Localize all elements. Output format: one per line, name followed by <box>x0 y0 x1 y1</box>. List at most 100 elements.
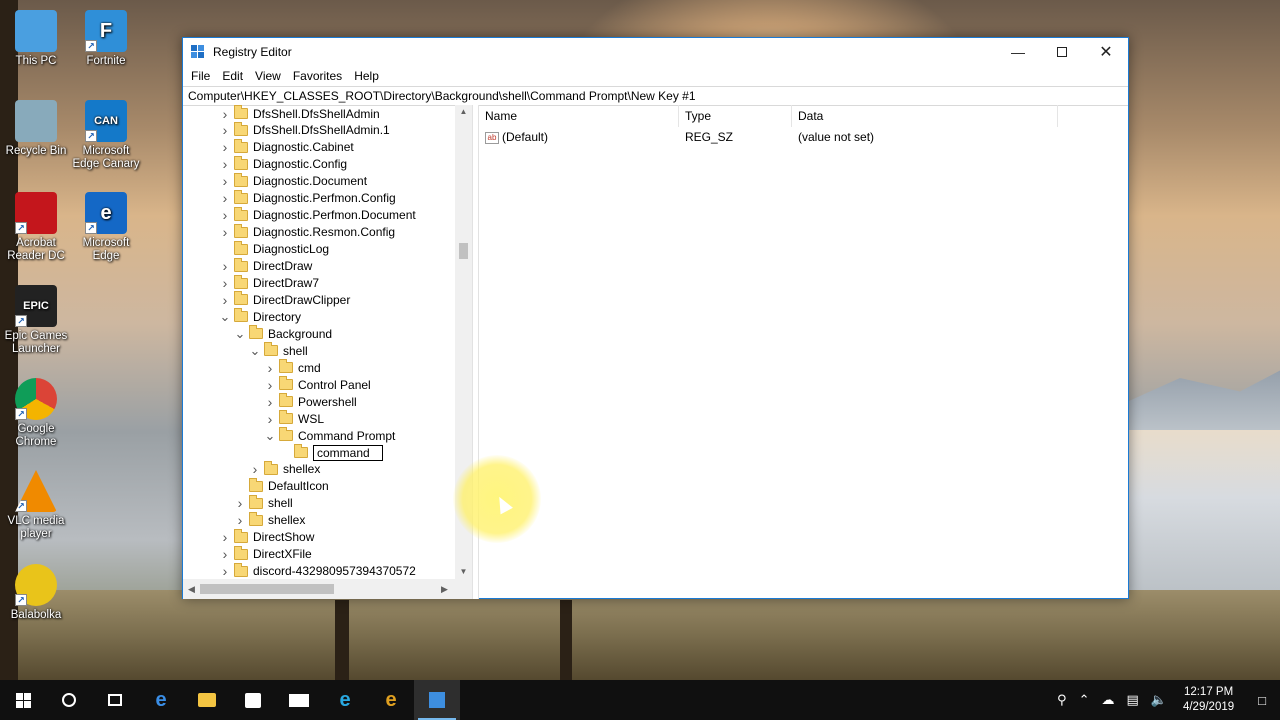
edge-taskbar-button[interactable]: e <box>138 680 184 720</box>
tree-node[interactable]: › Diagnostic.Perfmon.Config <box>219 189 396 207</box>
chevron-right-icon[interactable]: › <box>219 258 231 274</box>
chevron-right-icon[interactable]: › <box>219 529 231 545</box>
chevron-right-icon[interactable]: › <box>219 156 231 172</box>
chevron-right-icon[interactable]: › <box>249 461 261 477</box>
chevron-right-icon[interactable]: › <box>264 394 276 410</box>
chevron-up-icon[interactable]: ⌃ <box>1073 692 1096 708</box>
tree-node-rename[interactable]: command <box>279 444 383 461</box>
chevron-down-icon[interactable]: ⌄ <box>264 428 276 444</box>
desktop-icon-edge[interactable]: e ↗ Microsoft Edge <box>70 192 142 263</box>
tree-horizontal-scrollbar[interactable]: ◀ ▶ <box>183 579 472 599</box>
tree-node[interactable]: DefaultIcon <box>234 477 329 495</box>
scroll-left-icon[interactable]: ◀ <box>183 579 200 599</box>
chevron-right-icon[interactable]: › <box>219 173 231 189</box>
desktop-icon-this-pc[interactable]: This PC <box>0 10 72 68</box>
people-icon[interactable]: ⚲ <box>1051 692 1073 708</box>
title-bar[interactable]: Registry Editor — ✕ <box>183 38 1128 66</box>
chevron-right-icon[interactable]: › <box>264 377 276 393</box>
chevron-right-icon[interactable]: › <box>264 360 276 376</box>
desktop-icon-acrobat[interactable]: ↗ Acrobat Reader DC <box>0 192 72 263</box>
chevron-right-icon[interactable]: › <box>219 207 231 223</box>
volume-icon[interactable]: 🔈 <box>1145 692 1173 708</box>
tree-node[interactable]: › DirectXFile <box>219 545 312 563</box>
chevron-right-icon[interactable]: › <box>234 495 246 511</box>
column-header-type[interactable]: Type <box>679 104 792 127</box>
tree-node[interactable]: › shellex <box>249 460 320 478</box>
file-explorer-button[interactable] <box>184 680 230 720</box>
tree-node[interactable]: ⌄ shell <box>249 342 308 359</box>
onedrive-icon[interactable]: ☁ <box>1095 692 1120 708</box>
tree-node[interactable]: › Powershell <box>264 393 357 410</box>
tree-node[interactable]: › shellex <box>234 511 305 529</box>
column-header-data[interactable]: Data <box>792 104 1058 127</box>
desktop-icon-recycle-bin[interactable]: Recycle Bin <box>0 100 72 158</box>
desktop-icon-fortnite[interactable]: F ↗ Fortnite <box>70 10 142 68</box>
tree-node[interactable]: ⌄ Background <box>234 325 332 342</box>
chevron-right-icon[interactable]: › <box>234 512 246 528</box>
scroll-right-icon[interactable]: ▶ <box>436 579 453 599</box>
chevron-right-icon[interactable]: › <box>219 275 231 291</box>
tree-hscroll-thumb[interactable] <box>200 584 334 594</box>
edge-canary-taskbar-button[interactable]: e <box>368 680 414 720</box>
tree-node[interactable]: ⌄ Command Prompt <box>264 427 395 444</box>
tree-node[interactable]: › DfsShell.DfsShellAdmin.1 <box>219 121 390 139</box>
tree-scroll-thumb[interactable] <box>459 243 468 259</box>
chevron-right-icon[interactable]: › <box>219 139 231 155</box>
menu-view[interactable]: View <box>249 69 287 83</box>
tree-node[interactable]: › WSL <box>264 410 324 427</box>
close-button[interactable]: ✕ <box>1084 38 1128 66</box>
chevron-down-icon[interactable]: ⌄ <box>249 343 261 359</box>
tree-node[interactable]: › DirectDraw <box>219 257 312 275</box>
scroll-up-icon[interactable]: ▲ <box>455 105 472 119</box>
tree-node[interactable]: › cmd <box>264 359 321 376</box>
chevron-right-icon[interactable]: › <box>219 563 231 579</box>
menu-help[interactable]: Help <box>348 69 385 83</box>
tree-node[interactable]: › DfsShell.DfsShellAdmin <box>219 105 380 122</box>
tree-node[interactable]: DiagnosticLog <box>219 240 329 258</box>
start-button[interactable] <box>0 680 46 720</box>
tree-node[interactable]: › Diagnostic.Cabinet <box>219 138 354 156</box>
network-icon[interactable]: ▤ <box>1120 692 1144 708</box>
desktop-icon-edge-canary[interactable]: CAN ↗ Microsoft Edge Canary <box>70 100 142 171</box>
desktop-icon-epic-games[interactable]: EPIC ↗ Epic Games Launcher <box>0 285 72 356</box>
tree-node[interactable]: › Diagnostic.Config <box>219 155 347 173</box>
chevron-right-icon[interactable]: › <box>264 411 276 427</box>
notifications-icon[interactable]: □ <box>1244 693 1280 708</box>
ie-button[interactable]: e <box>322 680 368 720</box>
tree-node[interactable]: ⌄ Directory <box>219 308 301 325</box>
desktop-icon-vlc[interactable]: ↗ VLC media player <box>0 470 72 541</box>
chevron-right-icon[interactable]: › <box>219 190 231 206</box>
tree-node[interactable]: › discord-432980957394370572 <box>219 562 416 579</box>
clock[interactable]: 12:17 PM 4/29/2019 <box>1173 685 1244 715</box>
menu-edit[interactable]: Edit <box>216 69 249 83</box>
chevron-down-icon[interactable]: ⌄ <box>219 309 231 325</box>
store-button[interactable] <box>230 680 276 720</box>
scroll-down-icon[interactable]: ▼ <box>455 565 472 579</box>
desktop-icon-balabolka[interactable]: ↗ Balabolka <box>0 564 72 622</box>
tree-node[interactable]: › Diagnostic.Resmon.Config <box>219 223 395 241</box>
tree-node[interactable]: › DirectDrawClipper <box>219 291 350 308</box>
search-button[interactable] <box>46 680 92 720</box>
chevron-right-icon[interactable]: › <box>219 224 231 240</box>
chevron-right-icon[interactable]: › <box>219 106 231 122</box>
menu-file[interactable]: File <box>185 69 216 83</box>
task-view-button[interactable] <box>92 680 138 720</box>
chevron-right-icon[interactable]: › <box>219 546 231 562</box>
tree-node[interactable]: › DirectShow <box>219 528 314 546</box>
regedit-taskbar-button[interactable] <box>414 680 460 720</box>
tree-node[interactable]: › DirectDraw7 <box>219 274 319 292</box>
tree-node[interactable]: › Control Panel <box>264 376 371 393</box>
table-row[interactable]: ab (Default) REG_SZ (value not set) <box>479 127 1128 147</box>
maximize-button[interactable] <box>1040 38 1084 66</box>
menu-favorites[interactable]: Favorites <box>287 69 348 83</box>
chevron-right-icon[interactable]: › <box>219 292 231 308</box>
tree-node[interactable]: › shell <box>234 494 293 512</box>
tree-node[interactable]: › Diagnostic.Document <box>219 172 367 190</box>
tree-node[interactable]: › Diagnostic.Perfmon.Document <box>219 206 416 224</box>
column-header-name[interactable]: Name <box>479 104 679 127</box>
desktop-icon-chrome[interactable]: ↗ Google Chrome <box>0 378 72 449</box>
address-bar[interactable]: Computer\HKEY_CLASSES_ROOT\Directory\Bac… <box>183 86 1128 106</box>
chevron-right-icon[interactable]: › <box>219 122 231 138</box>
rename-input[interactable]: command <box>313 444 383 461</box>
chevron-down-icon[interactable]: ⌄ <box>234 326 246 342</box>
